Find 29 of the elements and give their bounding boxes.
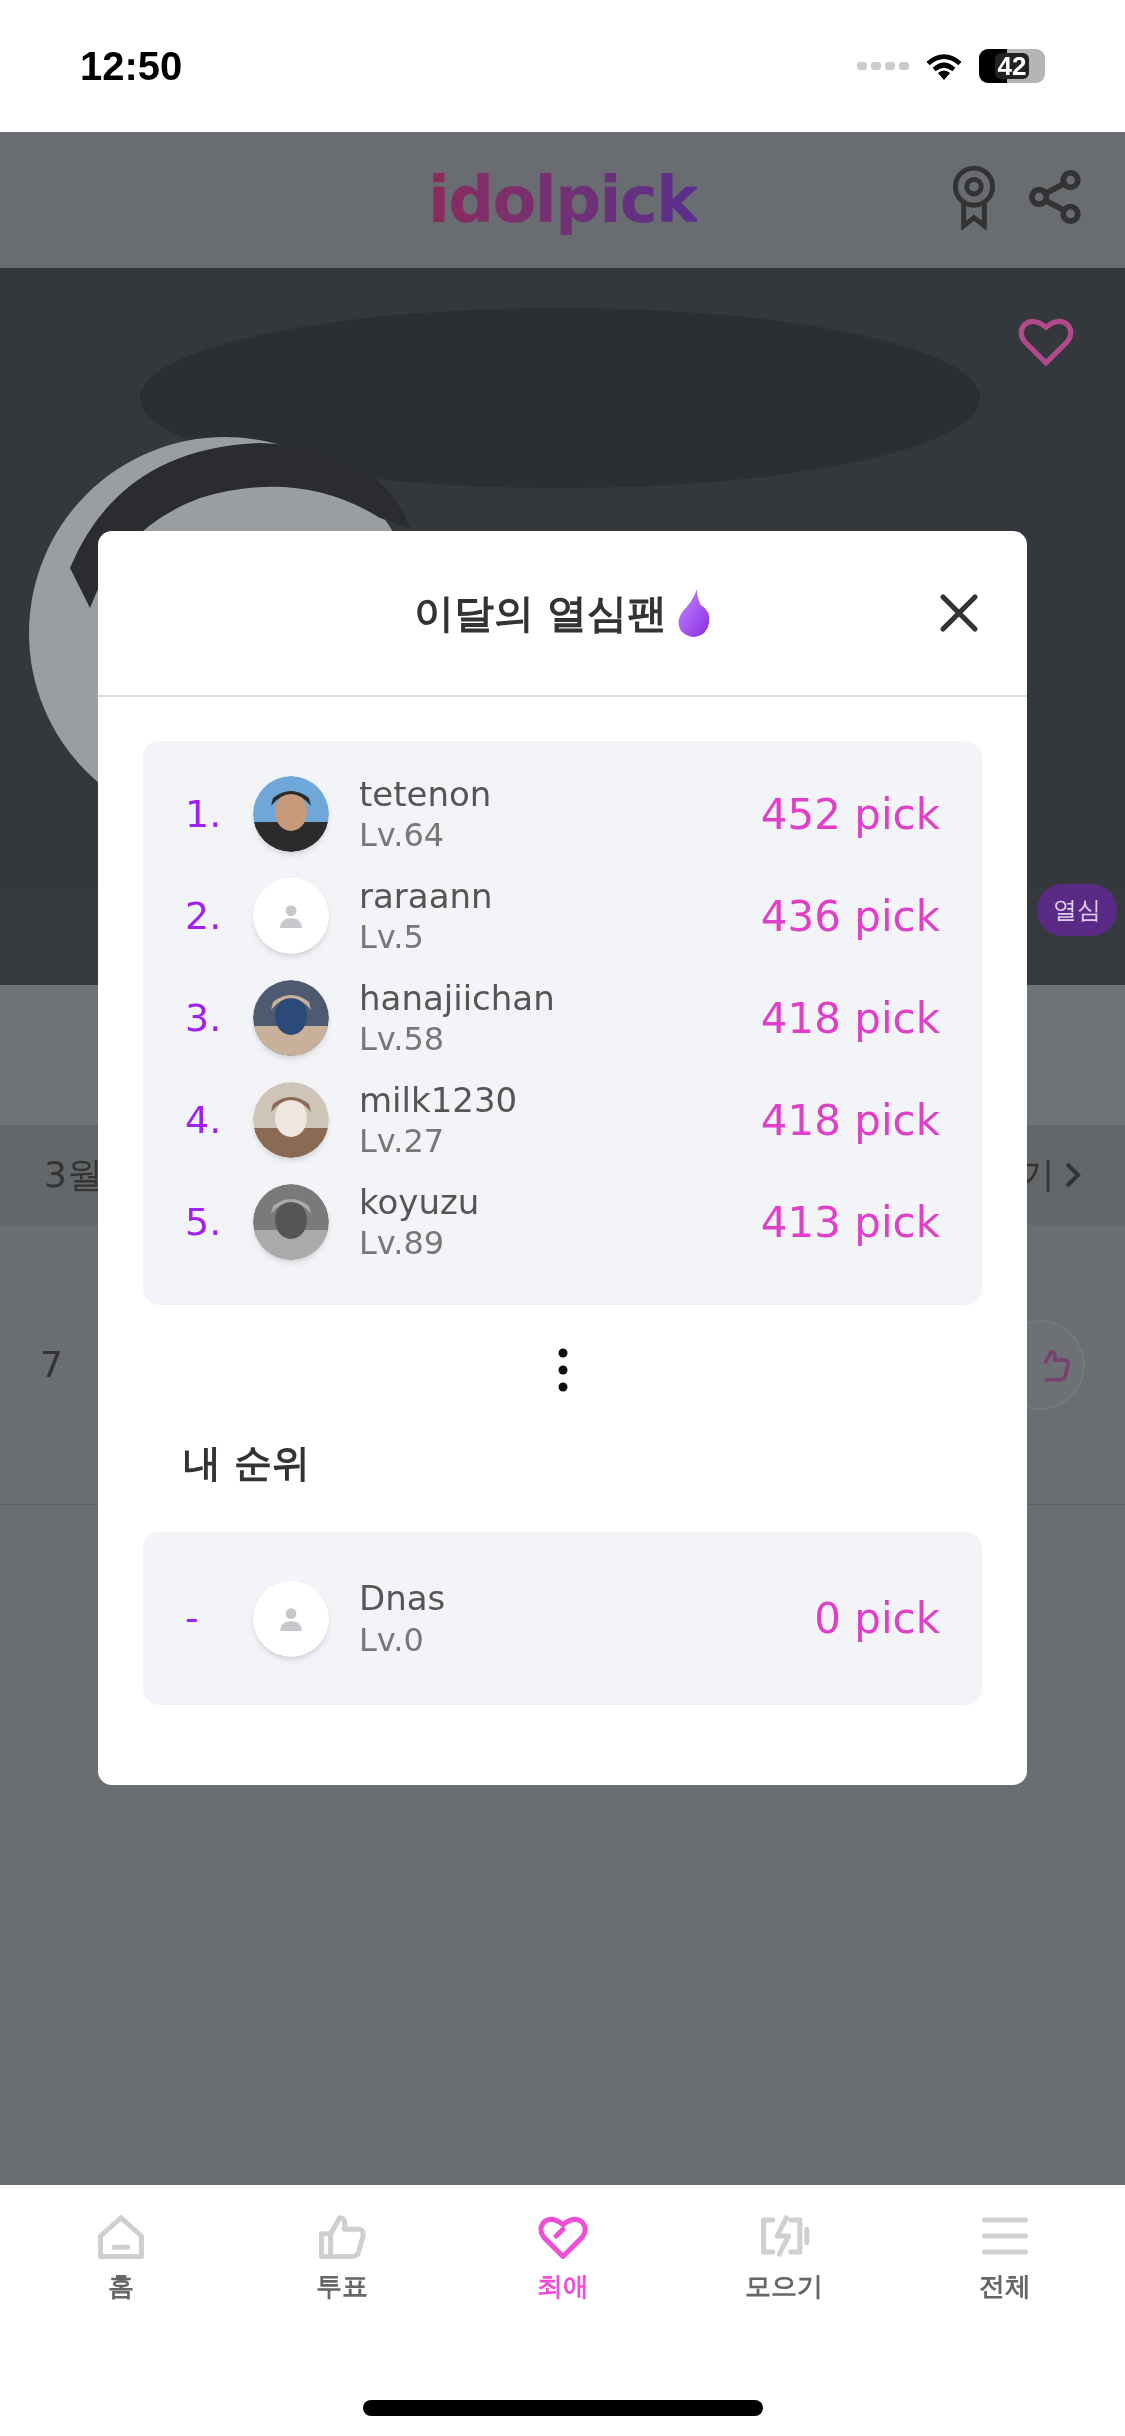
pick-count: 0 pick <box>814 1593 940 1645</box>
fan-name: milk1230 <box>359 1078 519 1122</box>
tab-bar-item[interactable]: 전체 <box>914 2211 1095 2306</box>
rank-number: 3. <box>185 994 223 1042</box>
status-time: 12:50 <box>80 43 183 90</box>
pick-count: 418 pick <box>760 992 940 1045</box>
fan-name: hanajiichan <box>359 976 556 1020</box>
pick-count: 418 pick <box>760 1094 940 1147</box>
pick-count: 413 pick <box>760 1196 940 1249</box>
rank-number: 4. <box>185 1096 223 1144</box>
rank-number: - <box>185 1595 200 1642</box>
signal-icon <box>857 60 909 72</box>
chevron-right-icon <box>1065 1162 1081 1188</box>
fan-level: Lv.0 <box>359 1619 425 1660</box>
more-icon <box>557 1348 568 1392</box>
fan-name: koyuzu <box>359 1180 481 1224</box>
rank-number: 5. <box>185 1198 223 1246</box>
tab-bar-item[interactable]: 모으기 <box>693 2211 874 2306</box>
rank-number: 7 <box>40 1342 63 1387</box>
tab-bar-item[interactable]: 홈 <box>30 2211 211 2306</box>
fan-level: Lv.58 <box>359 1019 446 1060</box>
battery-indicator: 42 <box>979 49 1045 83</box>
fan-name: Dnas <box>359 1577 447 1620</box>
tab-bar-item[interactable]: 투표 <box>251 2211 432 2306</box>
my-rank-heading: 내 순위 <box>183 1440 312 1487</box>
fan-level: Lv.27 <box>359 1121 446 1162</box>
fan-level: Lv.89 <box>359 1223 446 1264</box>
tab-bar-item[interactable]: 최애 <box>472 2211 653 2306</box>
person-icon <box>278 1605 304 1632</box>
